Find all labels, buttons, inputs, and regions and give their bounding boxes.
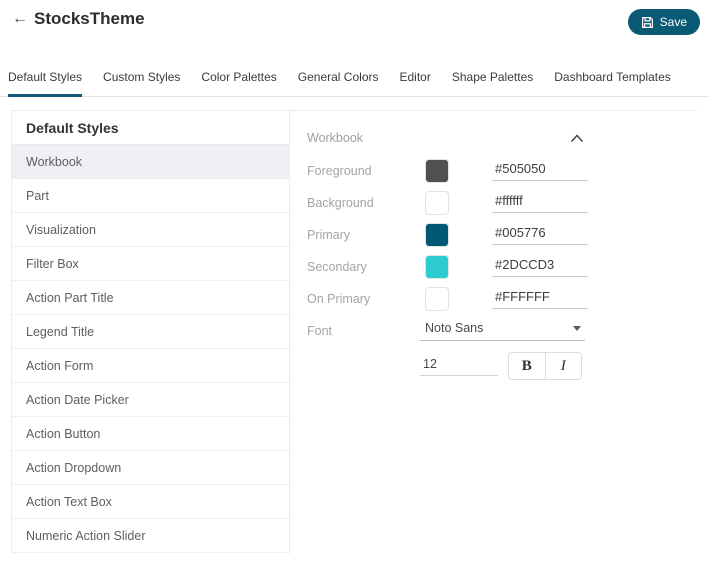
sidebar-item-action-date-picker[interactable]: Action Date Picker	[12, 383, 289, 417]
sidebar-item-action-form[interactable]: Action Form	[12, 349, 289, 383]
background-label: Background	[307, 196, 374, 210]
font-size-row: B I	[290, 347, 598, 385]
sidebar-item-action-dropdown[interactable]: Action Dropdown	[12, 451, 289, 485]
secondary-field-row: Secondary	[290, 251, 598, 283]
tab-editor[interactable]: Editor	[399, 61, 430, 96]
chevron-up-icon[interactable]	[569, 132, 585, 144]
on-primary-color-swatch[interactable]	[425, 287, 449, 311]
sidebar-item-numeric-action-slider[interactable]: Numeric Action Slider	[12, 519, 289, 553]
sidebar-item-filter-box[interactable]: Filter Box	[12, 247, 289, 281]
workbook-settings-panel: Workbook Foreground Background Primary S…	[290, 111, 598, 385]
secondary-label: Secondary	[307, 260, 367, 274]
font-size-input[interactable]	[420, 356, 498, 376]
primary-color-swatch[interactable]	[425, 223, 449, 247]
sidebar-item-action-part-title[interactable]: Action Part Title	[12, 281, 289, 315]
styles-list-heading: Default Styles	[12, 111, 289, 145]
tab-color-palettes[interactable]: Color Palettes	[201, 61, 276, 96]
workbook-section-header[interactable]: Workbook	[290, 121, 598, 155]
bold-button[interactable]: B	[509, 353, 545, 379]
tab-shape-palettes[interactable]: Shape Palettes	[452, 61, 533, 96]
background-field-row: Background	[290, 187, 598, 219]
font-family-dropdown[interactable]: Noto Sans	[420, 321, 585, 341]
secondary-hex-input[interactable]	[492, 257, 588, 277]
font-family-value: Noto Sans	[425, 321, 484, 335]
save-button-label: Save	[659, 15, 687, 29]
sidebar-item-workbook[interactable]: Workbook	[12, 145, 289, 179]
primary-hex-input[interactable]	[492, 225, 588, 245]
tab-custom-styles[interactable]: Custom Styles	[103, 61, 180, 96]
secondary-color-swatch[interactable]	[425, 255, 449, 279]
on-primary-hex-input[interactable]	[492, 289, 588, 309]
background-color-swatch[interactable]	[425, 191, 449, 215]
chevron-down-icon	[573, 325, 581, 331]
foreground-label: Foreground	[307, 164, 372, 178]
sidebar-item-legend-title[interactable]: Legend Title	[12, 315, 289, 349]
back-arrow-icon[interactable]: ←	[12, 10, 28, 28]
sidebar-item-part[interactable]: Part	[12, 179, 289, 213]
background-hex-input[interactable]	[492, 193, 588, 213]
foreground-hex-input[interactable]	[492, 161, 588, 181]
font-style-button-group: B I	[508, 352, 582, 380]
font-field-row: Font Noto Sans	[290, 315, 598, 347]
primary-label: Primary	[307, 228, 351, 242]
save-button[interactable]: Save	[627, 9, 700, 35]
tab-bar: Default Styles Custom Styles Color Palet…	[0, 61, 709, 97]
sidebar-item-visualization[interactable]: Visualization	[12, 213, 289, 247]
tab-default-styles[interactable]: Default Styles	[8, 61, 83, 97]
tab-dashboard-templates[interactable]: Dashboard Templates	[554, 61, 671, 96]
italic-button[interactable]: I	[544, 353, 582, 379]
save-floppy-icon	[641, 16, 654, 29]
sidebar-item-action-text-box[interactable]: Action Text Box	[12, 485, 289, 519]
workbook-section-title: Workbook	[307, 131, 364, 145]
primary-field-row: Primary	[290, 219, 598, 251]
tab-general-colors[interactable]: General Colors	[298, 61, 379, 96]
foreground-color-swatch[interactable]	[425, 159, 449, 183]
page-title: StocksTheme	[34, 9, 145, 28]
on-primary-label: On Primary	[307, 292, 371, 306]
font-label: Font	[307, 324, 333, 338]
on-primary-field-row: On Primary	[290, 283, 598, 315]
sidebar-item-action-button[interactable]: Action Button	[12, 417, 289, 451]
foreground-field-row: Foreground	[290, 155, 598, 187]
styles-list-panel: Default Styles Workbook Part Visualizati…	[11, 111, 290, 553]
